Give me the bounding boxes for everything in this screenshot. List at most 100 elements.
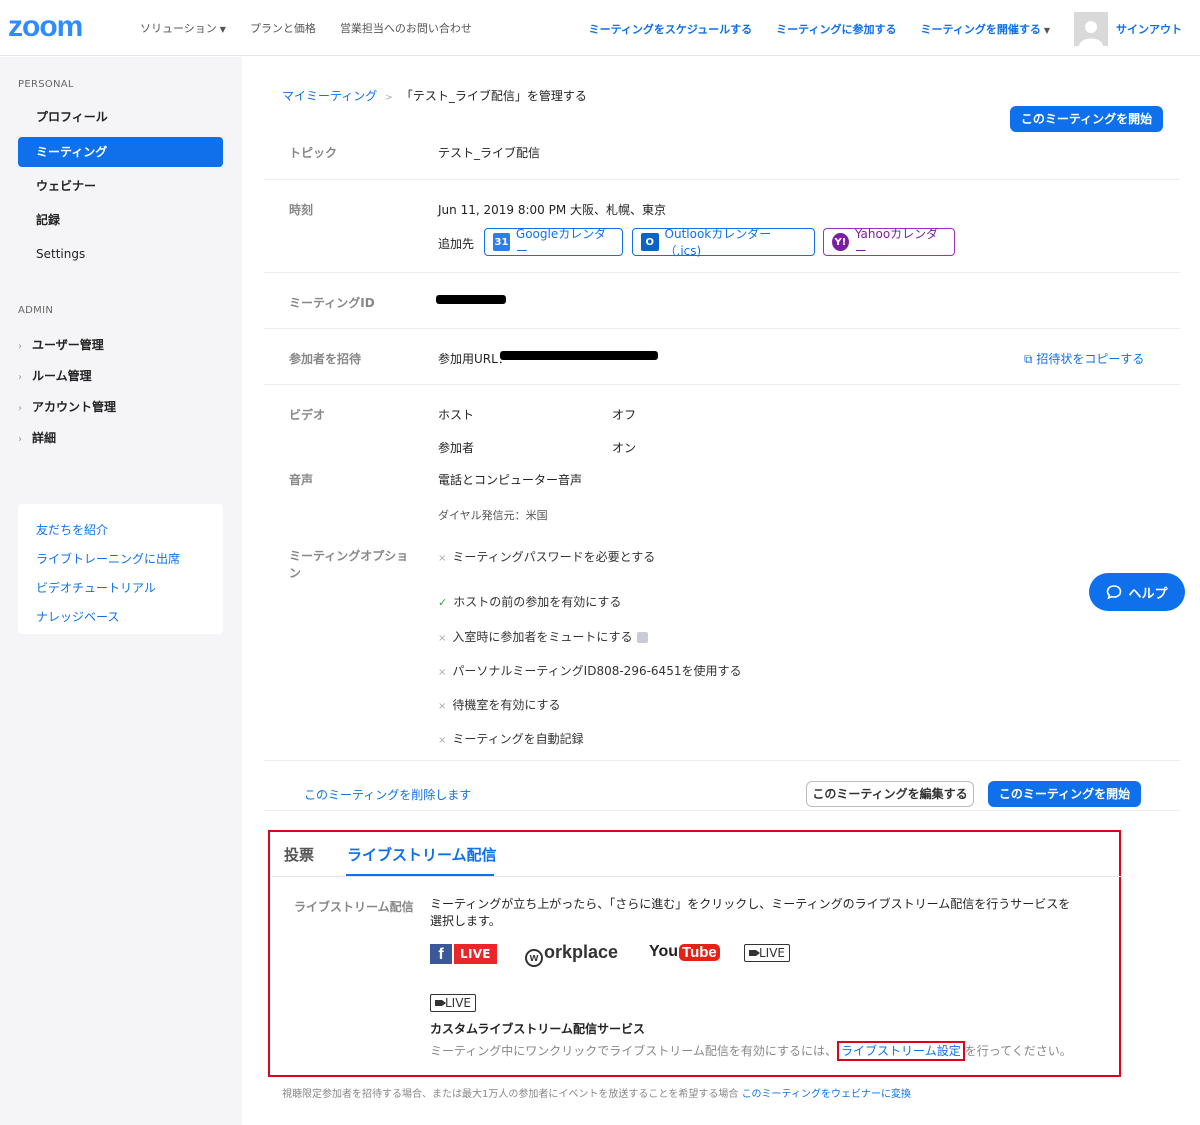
sidebar-section-personal: PERSONAL [18,79,74,90]
nav-host-meeting[interactable]: ミーティングを開催する ▼ [921,21,1051,37]
nav-contact-sales[interactable]: 営業担当へのお問い合わせ [340,20,472,36]
workplace-logo: w orkplace [525,942,618,967]
delete-meeting-link[interactable]: このミーティングを削除します [304,786,471,803]
dial-from: ダイヤル発信元：米国 [438,509,548,522]
time-label: 時刻 [289,203,314,217]
sidebar-item-user-management[interactable]: › ユーザー管理 [18,336,104,353]
sidebar-resources-card: 友だちを紹介 ライブトレーニングに出席 ビデオチュートリアル ナレッジベース [18,504,223,634]
topic-label: トピック [289,146,338,160]
option-personal-meeting-id: × パーソナルミーティングID808-296-6451を使用する [438,664,742,678]
add-to-label: 追加先 [438,237,475,251]
video-label: ビデオ [289,408,326,422]
video-participant-value: オン [612,441,637,455]
custom-live-option[interactable]: LIVE [430,994,477,1012]
knowledge-base-link[interactable]: ナレッジベース [36,603,205,632]
redacted-meeting-id [436,295,506,304]
webinar-footnote: 視聴限定参加者を招待する場合、または最大1万人の参加者にイベントを放送することを… [282,1089,911,1100]
custom-service-note: ミーティング中にワンクリックでライブストリーム配信を有効にするには、 ライブストリ… [430,1041,1072,1061]
sidebar-item-profile[interactable]: プロフィール [18,102,223,132]
nav-solutions[interactable]: ソリューション ▼ [140,20,226,36]
livestream-section: 投票 ライブストリーム配信 ライブストリーム配信 ミーティングが立ち上がったら、… [268,830,1121,1077]
workplace-option[interactable]: w orkplace [525,942,618,967]
outlook-calendar-button[interactable]: O Outlookカレンダー（.ics) [632,227,815,258]
check-icon: ✓ [438,596,448,609]
edit-meeting-button[interactable]: このミーティングを編集する [806,781,974,807]
chevron-down-icon: ▼ [1043,26,1050,35]
camera-icon [435,1000,446,1006]
nav-schedule-meeting[interactable]: ミーティングをスケジュールする [589,21,753,37]
outlook-icon: O [641,233,659,251]
sidebar-item-webinars[interactable]: ウェビナー [18,171,223,201]
sidebar-item-meetings[interactable]: ミーティング [18,137,223,167]
livestream-label: ライブストリーム配信 [294,900,414,914]
join-url-label: 参加用URL： [438,352,510,366]
redacted-join-url [500,351,658,360]
x-icon: × [438,701,447,712]
start-meeting-button-top[interactable]: このミーティングを開始 [1010,106,1163,132]
breadcrumb-my-meetings[interactable]: マイミーティング [282,89,377,103]
tab-poll[interactable]: 投票 [284,844,314,865]
divider [264,179,1180,180]
video-tutorials-link[interactable]: ビデオチュートリアル [36,574,205,603]
breadcrumb-separator: > [385,93,393,103]
option-join-before-host: ✓ ホストの前の参加を有効にする [438,595,622,609]
chevron-down-icon: ▼ [219,25,226,34]
sidebar-section-admin: ADMIN [18,305,54,316]
livestream-description: ミーティングが立ち上がったら、「さらに進む」をクリックし、ミーティングのライブス… [430,897,1071,928]
google-calendar-button[interactable]: 31 Googleカレンダー [484,227,623,258]
sidebar-item-account-management[interactable]: › アカウント管理 [18,398,116,415]
youtube-logo: You [649,943,679,960]
live-training-link[interactable]: ライブトレーニングに出席 [36,545,205,574]
yahoo-calendar-button[interactable]: Y! Yahooカレンダー [823,227,955,258]
invite-label: 参加者を招待 [289,352,362,366]
avatar-icon[interactable] [1074,12,1108,46]
chevron-right-icon: › [18,403,22,414]
chevron-right-icon: › [18,434,22,445]
workplace-live-option[interactable]: LIVE [744,944,791,962]
camera-icon [749,950,760,956]
zoom-logo[interactable]: zoom [8,10,83,44]
refer-friend-link[interactable]: 友だちを紹介 [36,516,205,545]
nav-right: ミーティングをスケジュールする ミーティングに参加する ミーティングを開催する ▼… [589,12,1182,46]
custom-service-title: カスタムライブストリーム配信サービス [430,1022,646,1036]
sidebar-item-advanced[interactable]: › 詳細 [18,429,56,446]
facebook-live-option[interactable]: f LIVE [430,944,497,964]
youtube-option[interactable]: You Tube [649,943,720,961]
divider [264,328,1180,329]
video-host-value: オフ [612,408,637,422]
sidebar-item-settings[interactable]: Settings [18,239,223,269]
account-area: サインアウト [1074,12,1182,46]
sidebar-item-room-management[interactable]: › ルーム管理 [18,367,92,384]
copy-icon: ⧉ [1024,352,1033,366]
nav-left: ソリューション ▼ プランと価格 営業担当へのお問い合わせ [140,20,472,36]
sidebar: PERSONAL プロフィール ミーティング ウェビナー 記録 Settings… [0,57,242,1125]
convert-to-webinar-link[interactable]: このミーティングをウェビナーに変換 [742,1089,911,1100]
divider [264,272,1180,273]
tab-livestream[interactable]: ライブストリーム配信 [347,844,497,865]
top-navigation: zoom ソリューション ▼ プランと価格 営業担当へのお問い合わせ ミーティング… [0,0,1200,56]
nav-plans-pricing[interactable]: プランと価格 [250,20,316,36]
breadcrumb: マイミーティング > 「テスト_ライブ配信」を管理する [282,87,587,104]
meeting-options-label: ミーティングオプション [289,549,409,580]
option-auto-record: × ミーティングを自動記録 [438,732,584,746]
x-icon: × [438,553,447,564]
help-button[interactable]: ヘルプ [1089,573,1185,611]
copy-invitation-link[interactable]: ⧉ 招待状をコピーする [1024,350,1144,367]
x-icon: × [438,735,447,746]
signout-link[interactable]: サインアウト [1116,21,1182,37]
nav-join-meeting[interactable]: ミーティングに参加する [776,21,896,37]
chevron-right-icon: › [18,341,22,352]
livestream-settings-link[interactable]: ライブストリーム設定 [837,1041,965,1061]
chat-bubble-icon [1107,585,1122,600]
chevron-right-icon: › [18,372,22,383]
start-meeting-button[interactable]: このミーティングを開始 [988,781,1141,807]
audio-value: 電話とコンピューター音声 [438,473,583,487]
sidebar-item-recordings[interactable]: 記録 [18,205,223,235]
divider [264,760,1180,761]
yahoo-icon: Y! [832,233,849,251]
google-calendar-icon: 31 [493,233,510,251]
audio-label: 音声 [289,473,314,487]
x-icon: × [438,667,447,678]
info-badge-icon [636,632,648,643]
divider [264,810,1180,811]
